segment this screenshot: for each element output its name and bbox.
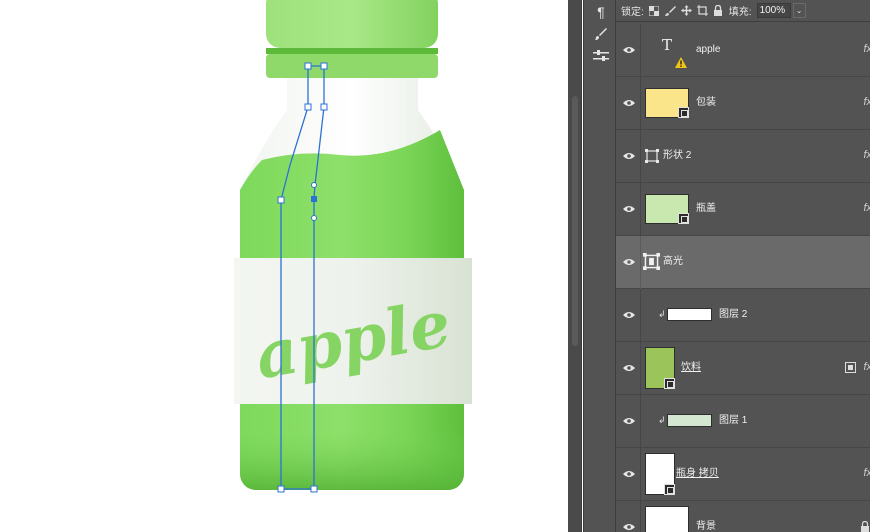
layer-name: 瓶盖 (696, 203, 716, 214)
layer-thumbnail (667, 308, 712, 321)
layer-row-highlight[interactable]: 高光 (616, 236, 870, 289)
layer-thumbnail (645, 506, 689, 532)
layer-row-layer-2[interactable]: ↲ 图层 2 (616, 289, 870, 342)
clipping-mask-icon: ↲ (658, 309, 666, 319)
fill-label: 填充: (728, 7, 752, 18)
fill-dropdown-icon[interactable]: ⌄ (792, 3, 806, 18)
lock-transparency-icon[interactable] (649, 5, 660, 16)
layer-name: apple (696, 44, 721, 55)
adjustments-icon[interactable] (590, 46, 612, 66)
lock-icon (861, 521, 869, 532)
smart-object-icon (678, 107, 689, 118)
layer-name: 背景 (696, 521, 716, 532)
layer-thumbnail (645, 88, 689, 118)
layer-thumbnail (645, 453, 675, 495)
layer-thumbnail (645, 347, 675, 389)
brush-settings-icon[interactable] (590, 24, 612, 44)
layer-name: 包装 (696, 97, 716, 108)
fx-icon[interactable]: fx (863, 96, 870, 108)
layer-name: 图层 2 (719, 309, 748, 320)
fx-icon[interactable]: fx (863, 361, 870, 373)
layer-row-drink[interactable]: 饮料 fx (616, 342, 870, 395)
lock-position-icon[interactable] (680, 5, 692, 16)
eye-icon[interactable] (622, 414, 636, 428)
bottle-artwork: apple (234, 0, 472, 493)
layer-row-packaging[interactable]: 包装 fx (616, 77, 870, 130)
document-canvas[interactable]: apple (0, 0, 568, 532)
layer-row-cap[interactable]: 瓶盖 fx (616, 183, 870, 236)
shape-layer-icon (645, 149, 659, 163)
lock-pixels-icon[interactable] (664, 5, 676, 16)
cap-ring (266, 54, 438, 78)
lock-label: 锁定: (621, 7, 644, 18)
eye-icon[interactable] (622, 520, 636, 532)
bottle-cap (266, 0, 438, 48)
layer-row-background[interactable]: 背景 (616, 501, 870, 532)
eye-icon[interactable] (622, 255, 636, 269)
eye-icon[interactable] (622, 308, 636, 322)
warning-icon (675, 57, 687, 68)
cap-ridge (266, 48, 438, 54)
panel-dock: ¶ (583, 0, 616, 532)
eye-icon[interactable] (622, 96, 636, 110)
text-layer-icon: T (662, 36, 673, 54)
layer-thumbnail (667, 414, 712, 427)
layer-row-apple[interactable]: T apple fx (616, 24, 870, 77)
lock-all-icon[interactable] (713, 5, 724, 16)
clipping-mask-icon: ↲ (658, 415, 666, 425)
smart-object-icon (664, 378, 675, 389)
shape-layer-icon (643, 253, 660, 270)
eye-icon[interactable] (622, 202, 636, 216)
smart-object-icon (678, 213, 689, 224)
fx-icon[interactable]: fx (863, 467, 870, 479)
layer-name: 图层 1 (719, 415, 748, 426)
eye-icon[interactable] (622, 43, 636, 57)
fill-input[interactable]: 100% (756, 3, 791, 18)
layer-name: 饮料 (681, 362, 701, 373)
layer-name: 形状 2 (663, 150, 692, 161)
layer-name: 高光 (663, 256, 683, 267)
fx-icon[interactable]: fx (863, 43, 870, 55)
layer-name: 瓶身 拷贝 (676, 468, 719, 479)
layer-row-layer-1[interactable]: ↲ 图层 1 (616, 395, 870, 448)
eye-icon[interactable] (622, 467, 636, 481)
fx-icon[interactable]: fx (863, 202, 870, 214)
linked-layer-icon (845, 362, 856, 373)
smart-object-icon (664, 484, 675, 495)
lock-bar: 锁定: 填充: 100% ⌄ (616, 0, 870, 22)
lock-artboard-icon[interactable] (696, 5, 708, 16)
eye-icon[interactable] (622, 149, 636, 163)
paragraph-icon[interactable]: ¶ (590, 2, 612, 22)
eye-icon[interactable] (622, 361, 636, 375)
bottom-shade (240, 430, 464, 490)
fx-icon[interactable]: fx (863, 149, 870, 161)
scrollbar-thumb[interactable] (572, 96, 578, 346)
layers-panel: 锁定: 填充: 100% ⌄ T apple fx 包装 fx (616, 0, 870, 532)
layer-thumbnail (645, 194, 689, 224)
layer-row-shape-2[interactable]: 形状 2 fx (616, 130, 870, 183)
layer-row-bottle-copy[interactable]: 瓶身 拷贝 fx (616, 448, 870, 501)
